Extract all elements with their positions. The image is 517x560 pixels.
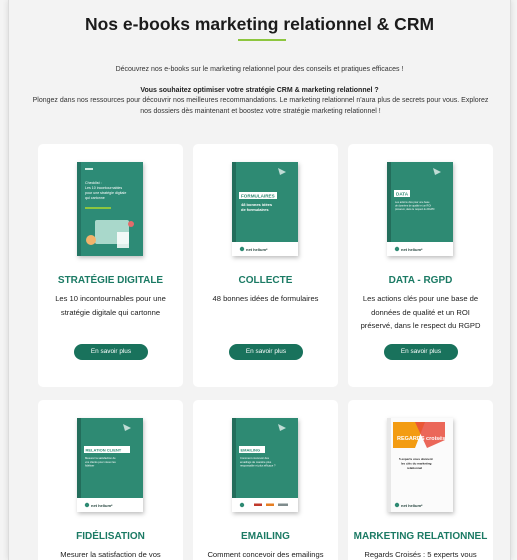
ebook-category: STRATÉGIE DIGITALE — [57, 275, 164, 286]
svg-text:préservé, dans le respect du R: préservé, dans le respect du RGPD — [395, 208, 435, 211]
ebook-cover-image[interactable]: Checklist : Les 10 incontournables pour … — [75, 162, 145, 256]
ebook-card-marketing-relationnel: REGARDS croisés 5 experts vous donnent l… — [348, 400, 493, 560]
intro-question: Vous souhaitez optimiser votre stratégie… — [140, 87, 379, 94]
ebook-category: FIDÉLISATION — [76, 531, 145, 542]
svg-text:net heliumᵉ: net heliumᵉ — [91, 503, 113, 508]
svg-text:DATA: DATA — [396, 192, 409, 197]
svg-text:Comment concevoir des: Comment concevoir des — [240, 456, 270, 460]
ebook-cover-image[interactable]: EMAILING Comment concevoir des emailings… — [230, 418, 300, 512]
page-title: Nos e-books marketing relationnel & CRM — [84, 14, 435, 34]
svg-text:REGARDS croisés: REGARDS croisés — [397, 436, 445, 442]
svg-text:5 experts vous donnent: 5 experts vous donnent — [399, 457, 433, 461]
ebook-card-strategie-digitale: Checklist : Les 10 incontournables pour … — [38, 144, 183, 387]
svg-text:net heliumᵉ: net heliumᵉ — [246, 247, 268, 252]
ebook-category: DATA - RGPD — [388, 275, 453, 286]
svg-text:emailings de manière plus: emailings de manière plus — [240, 460, 272, 464]
svg-text:relationnel: relationnel — [407, 466, 422, 470]
svg-text:FORMULAIRES: FORMULAIRES — [241, 194, 275, 199]
svg-text:fidéliser: fidéliser — [85, 464, 94, 468]
ebook-description: Regards Croisés : 5 experts vous — [364, 550, 477, 559]
en-savoir-plus-button[interactable]: En savoir plus — [229, 344, 303, 360]
ebook-category: EMAILING — [241, 531, 290, 542]
ebook-description: 48 bonnes idées de formulaires — [212, 294, 319, 303]
svg-text:vos clients pour mieux les: vos clients pour mieux les — [85, 460, 116, 464]
svg-text:responsable et plus efficace ?: responsable et plus efficace ? — [240, 464, 276, 468]
svg-text:EMAILING: EMAILING — [241, 447, 261, 452]
svg-text:RELATION CLIENT: RELATION CLIENT — [86, 447, 122, 452]
svg-text:Mesurer la satisfaction de: Mesurer la satisfaction de — [85, 456, 116, 460]
ebook-cover-image[interactable]: FORMULAIRES 48 bonnes idées de formulair… — [230, 162, 300, 256]
ebook-card-collecte: FORMULAIRES 48 bonnes idées de formulair… — [193, 144, 338, 387]
ebook-description: Mesurer la satisfaction de vos — [60, 550, 161, 559]
ebook-card-emailing: EMAILING Comment concevoir des emailings… — [193, 400, 338, 560]
en-savoir-plus-button[interactable]: En savoir plus — [74, 344, 148, 360]
ebook-category: MARKETING RELATIONNEL — [353, 531, 488, 542]
ebook-category: COLLECTE — [238, 275, 293, 286]
svg-text:pour une stratégie digitale: pour une stratégie digitale — [85, 191, 126, 195]
ebook-cover-image[interactable]: REGARDS croisés 5 experts vous donnent l… — [385, 418, 455, 512]
ebook-cover-image[interactable]: RELATION CLIENT Mesurer la satisfaction … — [75, 418, 145, 512]
svg-text:net heliumᵉ: net heliumᵉ — [401, 503, 423, 508]
title-underline — [238, 39, 286, 41]
ebook-description: Les 10 incontournables pour une stratégi… — [55, 294, 166, 317]
svg-text:net heliumᵉ: net heliumᵉ — [401, 247, 423, 252]
intro-paragraph: Plongez dans nos ressources pour découvr… — [32, 97, 489, 115]
intro-text: Découvrez nos e-books sur le marketing r… — [115, 66, 404, 73]
ebook-description: Les actions clés pour une base de donnée… — [360, 294, 481, 330]
ebook-card-fidelisation: RELATION CLIENT Mesurer la satisfaction … — [38, 400, 183, 560]
svg-text:Checklist :: Checklist : — [85, 181, 102, 185]
ebook-description: Comment concevoir des emailings — [207, 550, 324, 559]
ebook-card-data-rgpd: DATA Les actions clés pour une base de d… — [348, 144, 493, 387]
svg-text:de formulaires: de formulaires — [241, 207, 269, 212]
ebook-cover-image[interactable]: DATA Les actions clés pour une base de d… — [385, 162, 455, 256]
svg-text:Les 10 incontournables: Les 10 incontournables — [85, 186, 122, 190]
svg-text:les clés du marketing: les clés du marketing — [401, 462, 432, 466]
en-savoir-plus-button[interactable]: En savoir plus — [384, 344, 458, 360]
page: Nos e-books marketing relationnel & CRM … — [8, 0, 511, 560]
svg-text:qui cartonne: qui cartonne — [85, 196, 105, 200]
